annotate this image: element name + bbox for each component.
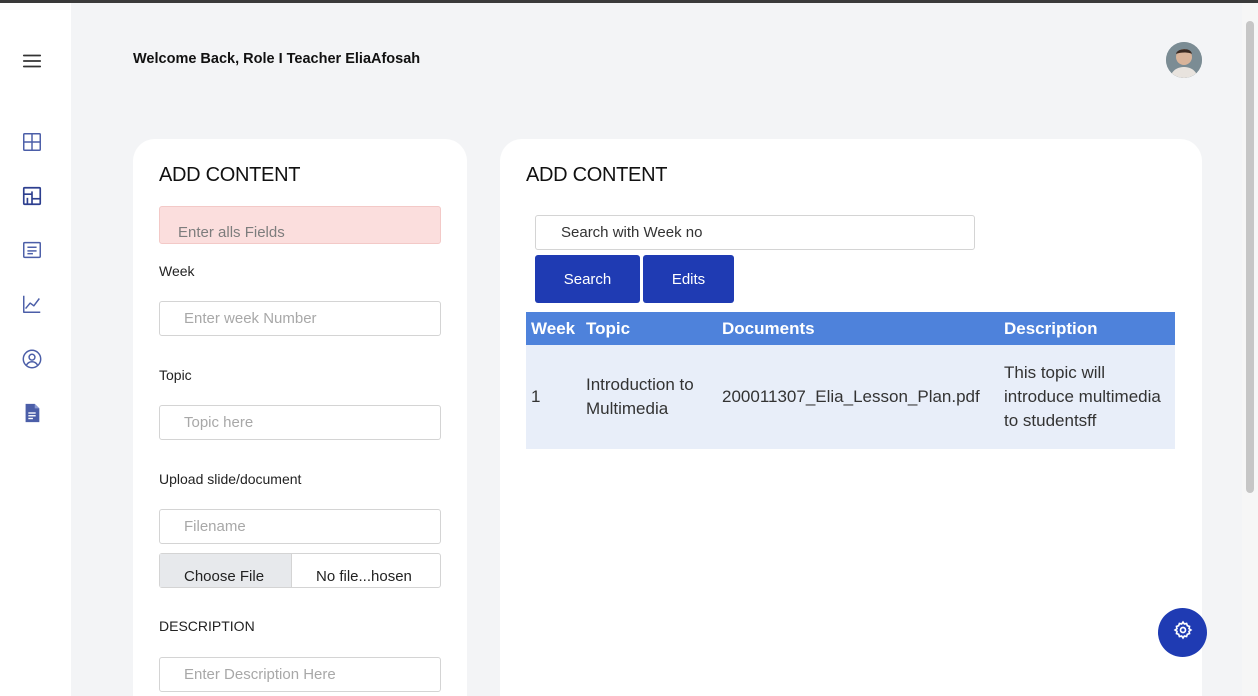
- form-title: ADD CONTENT: [159, 164, 301, 186]
- description-input[interactable]: Enter Description Here: [159, 657, 441, 692]
- filename-input[interactable]: Filename: [159, 509, 441, 544]
- welcome-text: Welcome Back, Role I Teacher EliaAfosah: [133, 51, 421, 67]
- topic-label: Topic: [159, 367, 192, 383]
- edits-button[interactable]: Edits: [643, 255, 734, 303]
- table-row[interactable]: 1 Introduction to Multimedia 200011307_E…: [526, 345, 1175, 449]
- column-header-week: Week: [526, 312, 581, 345]
- topic-input[interactable]: Topic here: [159, 405, 441, 440]
- chart-line-icon[interactable]: [20, 292, 44, 316]
- file-upload-field: Choose File No file...hosen: [159, 553, 441, 588]
- week-input[interactable]: Enter week Number: [159, 301, 441, 336]
- week-search-input[interactable]: Search with Week no: [535, 215, 975, 250]
- content-list-card: ADD CONTENT Search with Week no Search E…: [500, 139, 1202, 696]
- column-header-documents: Documents: [717, 312, 999, 345]
- description-label: DESCRIPTION: [159, 618, 255, 634]
- add-content-form-card: ADD CONTENT Enter alls Fields Week Enter…: [133, 139, 467, 696]
- settings-gear-icon: [1173, 620, 1193, 645]
- file-status-text: No file...hosen: [316, 568, 412, 585]
- table-header-row: Week Topic Documents Description: [526, 312, 1175, 345]
- cell-week: 1: [526, 345, 581, 449]
- avatar[interactable]: [1166, 42, 1202, 78]
- sidebar: [0, 3, 71, 696]
- user-circle-icon[interactable]: [20, 347, 44, 371]
- settings-button[interactable]: [1158, 608, 1207, 657]
- file-text-icon[interactable]: [20, 401, 44, 425]
- choose-file-button[interactable]: Choose File: [160, 554, 292, 587]
- dashboard-grid-icon[interactable]: [20, 130, 44, 154]
- content-table: Week Topic Documents Description 1 Intro…: [526, 312, 1175, 449]
- search-button[interactable]: Search: [535, 255, 640, 303]
- layout-icon[interactable]: [20, 184, 44, 208]
- cell-description: This topic will introduce multimedia to …: [999, 345, 1175, 449]
- week-label: Week: [159, 263, 195, 279]
- upload-label: Upload slide/document: [159, 471, 302, 487]
- page-scrollbar[interactable]: [1242, 3, 1258, 696]
- column-header-description: Description: [999, 312, 1175, 345]
- cell-topic: Introduction to Multimedia: [581, 345, 717, 449]
- list-title: ADD CONTENT: [526, 164, 668, 186]
- column-header-topic: Topic: [581, 312, 717, 345]
- scrollbar-thumb[interactable]: [1246, 21, 1254, 493]
- error-alert: Enter alls Fields: [159, 206, 441, 244]
- document-list-icon[interactable]: [20, 238, 44, 262]
- cell-document[interactable]: 200011307_Elia_Lesson_Plan.pdf: [717, 345, 999, 449]
- menu-icon[interactable]: [20, 49, 44, 73]
